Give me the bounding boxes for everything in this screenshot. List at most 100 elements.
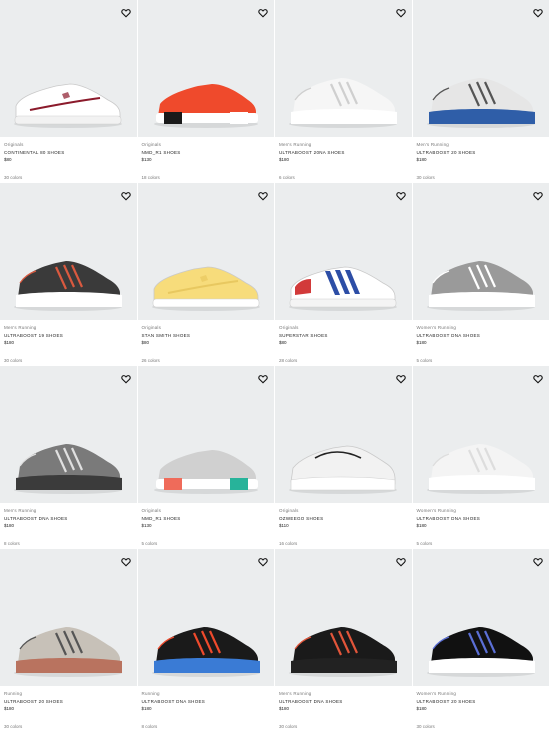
product-card[interactable]: Men's Running ULTRABOOST 20 SHOES $180 30 c… (412, 0, 550, 183)
wishlist-heart-icon[interactable] (533, 188, 543, 201)
wishlist-heart-icon[interactable] (120, 5, 131, 18)
product-price: $130 (141, 523, 152, 528)
wishlist-heart-icon[interactable] (258, 371, 268, 384)
product-card[interactable]: Women's Running ULTRABOOST 20 SHOES $180 30… (412, 549, 550, 732)
product-image-area[interactable] (137, 549, 274, 686)
product-card[interactable]: Originals STAN SMITH SHOES $80 26 colors (137, 183, 275, 366)
product-name[interactable]: ULTRABOOST DNA SHOES (4, 515, 133, 522)
product-image-area[interactable] (0, 0, 137, 137)
product-info: Women's Running ULTRABOOST DNA SHOES $180 5… (413, 320, 550, 364)
product-name[interactable]: CONTINENTAL 80 SHOES (4, 149, 133, 156)
product-info: Running ULTRABOOST 20 SHOES $180 30 colors (0, 686, 137, 730)
product-image-area[interactable] (0, 183, 137, 320)
wishlist-heart-icon[interactable] (395, 554, 406, 567)
wishlist-heart-icon[interactable] (120, 371, 131, 384)
wishlist-heart-icon[interactable] (120, 554, 131, 567)
product-colors-count: 5 colors (416, 358, 433, 363)
wishlist-heart-icon[interactable] (533, 5, 543, 18)
product-card[interactable]: Originals CONTINENTAL 80 SHOES $80 30 color… (0, 0, 138, 183)
product-name[interactable]: NMD_R1 SHOES (142, 149, 271, 156)
wishlist-heart-icon[interactable] (258, 554, 268, 567)
product-name[interactable]: STAN SMITH SHOES (142, 332, 271, 339)
product-name[interactable]: ULTRABOOST 20NA SHOES (279, 149, 408, 156)
product-name[interactable]: ULTRABOOST DNA SHOES (417, 332, 546, 339)
product-colors-count: 30 colors (4, 175, 23, 180)
product-info: Men's Running ULTRABOOST 20NA SHOES $180 6 … (275, 137, 412, 181)
product-info: Women's Running ULTRABOOST DNA SHOES $180 5… (413, 503, 550, 547)
product-name[interactable]: ULTRABOOST DNA SHOES (417, 515, 546, 522)
wishlist-heart-icon[interactable] (258, 188, 268, 201)
product-colors-count: 30 colors (4, 358, 23, 363)
product-price: $180 (4, 706, 15, 711)
product-price: $80 (4, 157, 12, 162)
product-image-area[interactable] (0, 549, 137, 686)
product-image-area[interactable] (137, 366, 274, 503)
product-price: $80 (279, 340, 287, 345)
product-info: Men's Running ULTRABOOST 20 SHOES $180 30 c… (413, 137, 550, 181)
product-card[interactable]: Originals NMD_R1 SHOES $130 18 colors (137, 0, 275, 183)
product-colors-count: 5 colors (141, 541, 158, 546)
product-price: $130 (141, 157, 152, 162)
product-image (153, 450, 258, 494)
product-name[interactable]: OZWEEGO SHOES (279, 515, 408, 522)
wishlist-heart-icon[interactable] (120, 188, 131, 201)
wishlist-heart-icon[interactable] (533, 371, 543, 384)
product-colors-count: 18 colors (141, 175, 160, 180)
product-name[interactable]: ULTRABOOST 20 SHOES (417, 149, 546, 156)
product-image-area[interactable] (275, 0, 412, 137)
product-name[interactable]: ULTRABOOST 20 SHOES (4, 698, 133, 705)
product-info: Men's Running ULTRABOOST DNA SHOES $180 30 … (275, 686, 412, 730)
product-card[interactable]: Men's Running ULTRABOOST DNA SHOES $180 30 … (275, 549, 413, 732)
product-image (14, 261, 122, 311)
product-image-area[interactable] (412, 183, 549, 320)
product-card[interactable]: Running ULTRABOOST DNA SHOES $180 8 colors (137, 549, 275, 732)
product-name[interactable]: SUPERSTAR SHOES (279, 332, 408, 339)
product-image-area[interactable] (412, 549, 549, 686)
product-card[interactable]: Women's Running ULTRABOOST DNA SHOES $180 5… (412, 366, 550, 549)
product-card[interactable]: Women's Running ULTRABOOST DNA SHOES $180 5… (412, 183, 550, 366)
wishlist-heart-icon[interactable] (395, 5, 406, 18)
product-card[interactable]: Men's Running ULTRABOOST DNA SHOES $180 8 c… (0, 366, 138, 549)
product-category: Women's Running (416, 325, 457, 330)
product-category: Originals (141, 508, 162, 513)
product-price: $180 (4, 523, 15, 528)
product-colors-count: 8 colors (141, 724, 158, 729)
product-card[interactable]: Men's Running ULTRABOOST 19 SHOES $180 30 c… (0, 183, 138, 366)
product-card[interactable]: Running ULTRABOOST 20 SHOES $180 30 colors (0, 549, 138, 732)
product-image (151, 266, 260, 311)
product-image-area[interactable] (412, 366, 549, 503)
product-category: Men's Running (416, 142, 449, 147)
product-info: Men's Running ULTRABOOST 19 SHOES $180 30 c… (0, 320, 137, 364)
product-info: Originals OZWEEGO SHOES $110 16 colors (275, 503, 412, 547)
product-image-area[interactable] (275, 366, 412, 503)
product-image (426, 627, 535, 677)
product-name[interactable]: ULTRABOOST 19 SHOES (4, 332, 133, 339)
product-colors-count: 30 colors (416, 724, 435, 729)
product-image (153, 84, 258, 128)
product-name[interactable]: ULTRABOOST 20 SHOES (417, 698, 546, 705)
product-colors-count: 16 colors (279, 541, 298, 546)
wishlist-heart-icon[interactable] (258, 5, 268, 18)
wishlist-heart-icon[interactable] (395, 371, 406, 384)
product-name[interactable]: NMD_R1 SHOES (142, 515, 271, 522)
wishlist-heart-icon[interactable] (533, 554, 543, 567)
product-grid: Originals CONTINENTAL 80 SHOES $80 30 color… (0, 0, 550, 732)
product-name[interactable]: ULTRABOOST DNA SHOES (142, 698, 271, 705)
product-card[interactable]: Originals OZWEEGO SHOES $110 16 colors (275, 366, 413, 549)
product-name[interactable]: ULTRABOOST DNA SHOES (279, 698, 408, 705)
product-image-area[interactable] (137, 183, 274, 320)
product-image-area[interactable] (412, 0, 549, 137)
product-image-area[interactable] (137, 0, 274, 137)
product-colors-count: 5 colors (416, 541, 433, 546)
wishlist-heart-icon[interactable] (395, 188, 406, 201)
product-price: $180 (416, 706, 427, 711)
product-card[interactable]: Men's Running ULTRABOOST 20NA SHOES $180 6 … (275, 0, 413, 183)
product-info: Originals NMD_R1 SHOES $130 18 colors (138, 137, 275, 181)
product-card[interactable]: Originals SUPERSTAR SHOES $80 28 colors (275, 183, 413, 366)
product-info: Women's Running ULTRABOOST 20 SHOES $180 30… (413, 686, 550, 730)
product-image (14, 444, 122, 494)
product-card[interactable]: Originals NMD_R1 SHOES $130 5 colors (137, 366, 275, 549)
product-image-area[interactable] (0, 366, 137, 503)
product-image-area[interactable] (275, 183, 412, 320)
product-image-area[interactable] (275, 549, 412, 686)
